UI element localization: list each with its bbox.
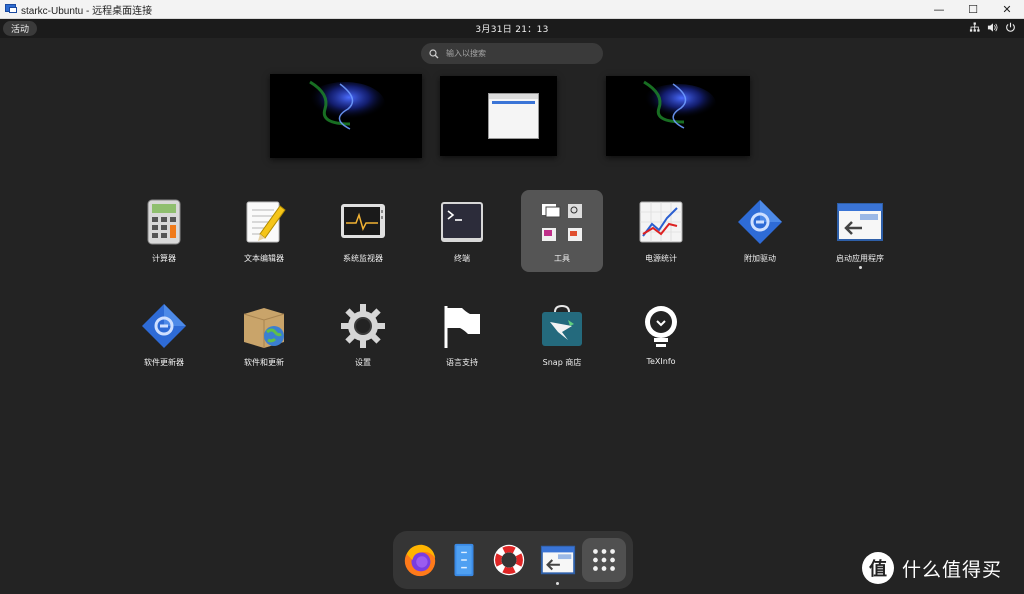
search-input[interactable]	[444, 48, 598, 59]
dock-startup-applications[interactable]	[536, 538, 580, 585]
app-label: Snap 商店	[542, 358, 582, 367]
network-icon[interactable]	[969, 22, 980, 33]
workspace-thumbnail-3[interactable]	[606, 76, 750, 156]
close-button[interactable]: ✕	[990, 0, 1024, 18]
system-monitor-icon	[339, 198, 387, 246]
additional-drivers-icon	[736, 198, 784, 246]
dock-files[interactable]	[442, 538, 486, 582]
calculator-icon	[140, 198, 188, 246]
watermark-text: 什么值得买	[902, 558, 1003, 581]
dock-firefox[interactable]	[398, 538, 442, 582]
running-indicator	[858, 266, 862, 269]
text-editor-icon	[240, 198, 288, 246]
software-updater-icon	[140, 302, 188, 350]
window-preview[interactable]	[488, 93, 539, 139]
activities-button[interactable]: 活动	[3, 21, 38, 36]
tools-folder-icon	[538, 198, 586, 246]
app-snap-store[interactable]: Snap 商店	[521, 294, 603, 376]
settings-gear-icon	[339, 302, 387, 350]
dock-help[interactable]	[487, 538, 531, 582]
app-label: TeXInfo	[646, 357, 676, 366]
power-icon[interactable]	[1005, 22, 1016, 33]
app-label: 启动应用程序	[836, 254, 884, 263]
app-label: 终端	[454, 254, 470, 263]
app-system-monitor[interactable]: 系统监视器	[322, 190, 404, 272]
app-label: 文本编辑器	[244, 254, 284, 263]
app-software-updater[interactable]: 软件更新器	[123, 294, 205, 376]
app-label: 软件更新器	[144, 358, 184, 367]
power-statistics-icon	[637, 198, 685, 246]
texinfo-bulb-icon	[637, 302, 685, 350]
remote-desktop-icon	[5, 4, 17, 14]
app-label: 软件和更新	[244, 358, 284, 367]
app-language-support[interactable]: 语言支持	[421, 294, 503, 376]
app-texinfo[interactable]: TeXInfo	[620, 294, 702, 376]
app-label: 附加驱动	[744, 254, 776, 263]
app-label: 电源统计	[645, 254, 677, 263]
minimize-button[interactable]: —	[922, 0, 956, 18]
maximize-button[interactable]: ☐	[956, 0, 990, 18]
app-label: 语言支持	[446, 358, 478, 367]
watermark-logo: 值	[862, 552, 894, 584]
show-apps-grid-icon	[593, 549, 615, 571]
window-titlebar: starkc-Ubuntu - 远程桌面连接 — ☐ ✕	[0, 0, 1024, 19]
app-label: 计算器	[152, 254, 176, 263]
search-bar[interactable]	[421, 43, 603, 64]
files-icon	[454, 543, 474, 577]
app-settings[interactable]: 设置	[322, 294, 404, 376]
gnome-top-bar: 活动 3月31日 21：13	[0, 19, 1024, 38]
dock	[393, 531, 633, 589]
workspace-thumbnail-1[interactable]	[270, 74, 422, 158]
app-text-editor[interactable]: 文本编辑器	[223, 190, 305, 272]
clock[interactable]: 3月31日 21：13	[0, 22, 1024, 35]
dock-show-apps[interactable]	[582, 538, 626, 582]
volume-icon[interactable]	[987, 22, 998, 33]
terminal-icon	[438, 198, 486, 246]
app-startup-applications[interactable]: 启动应用程序	[819, 190, 901, 272]
app-label: 系统监视器	[343, 254, 383, 263]
window-title: starkc-Ubuntu - 远程桌面连接	[21, 5, 153, 17]
snap-store-icon	[538, 302, 586, 350]
search-icon	[429, 48, 439, 58]
system-tray[interactable]	[969, 22, 1016, 33]
smzdm-watermark: 值 什么值得买	[862, 552, 1002, 584]
app-folder-tools[interactable]: 工具	[521, 190, 603, 272]
app-terminal[interactable]: 终端	[421, 190, 503, 272]
app-label: 设置	[355, 358, 371, 367]
software-updates-icon	[240, 302, 288, 350]
running-indicator	[556, 582, 559, 585]
help-lifebuoy-icon	[493, 544, 525, 576]
app-calculator[interactable]: 计算器	[123, 190, 205, 272]
language-support-flag-icon	[438, 302, 486, 350]
app-label: 工具	[554, 254, 570, 263]
firefox-icon	[404, 544, 436, 577]
workspace-thumbnail-2[interactable]	[440, 76, 557, 156]
startup-applications-icon	[540, 545, 576, 575]
startup-applications-icon	[836, 198, 884, 246]
app-power-statistics[interactable]: 电源统计	[620, 190, 702, 272]
app-additional-drivers[interactable]: 附加驱动	[719, 190, 801, 272]
app-software-and-updates[interactable]: 软件和更新	[223, 294, 305, 376]
